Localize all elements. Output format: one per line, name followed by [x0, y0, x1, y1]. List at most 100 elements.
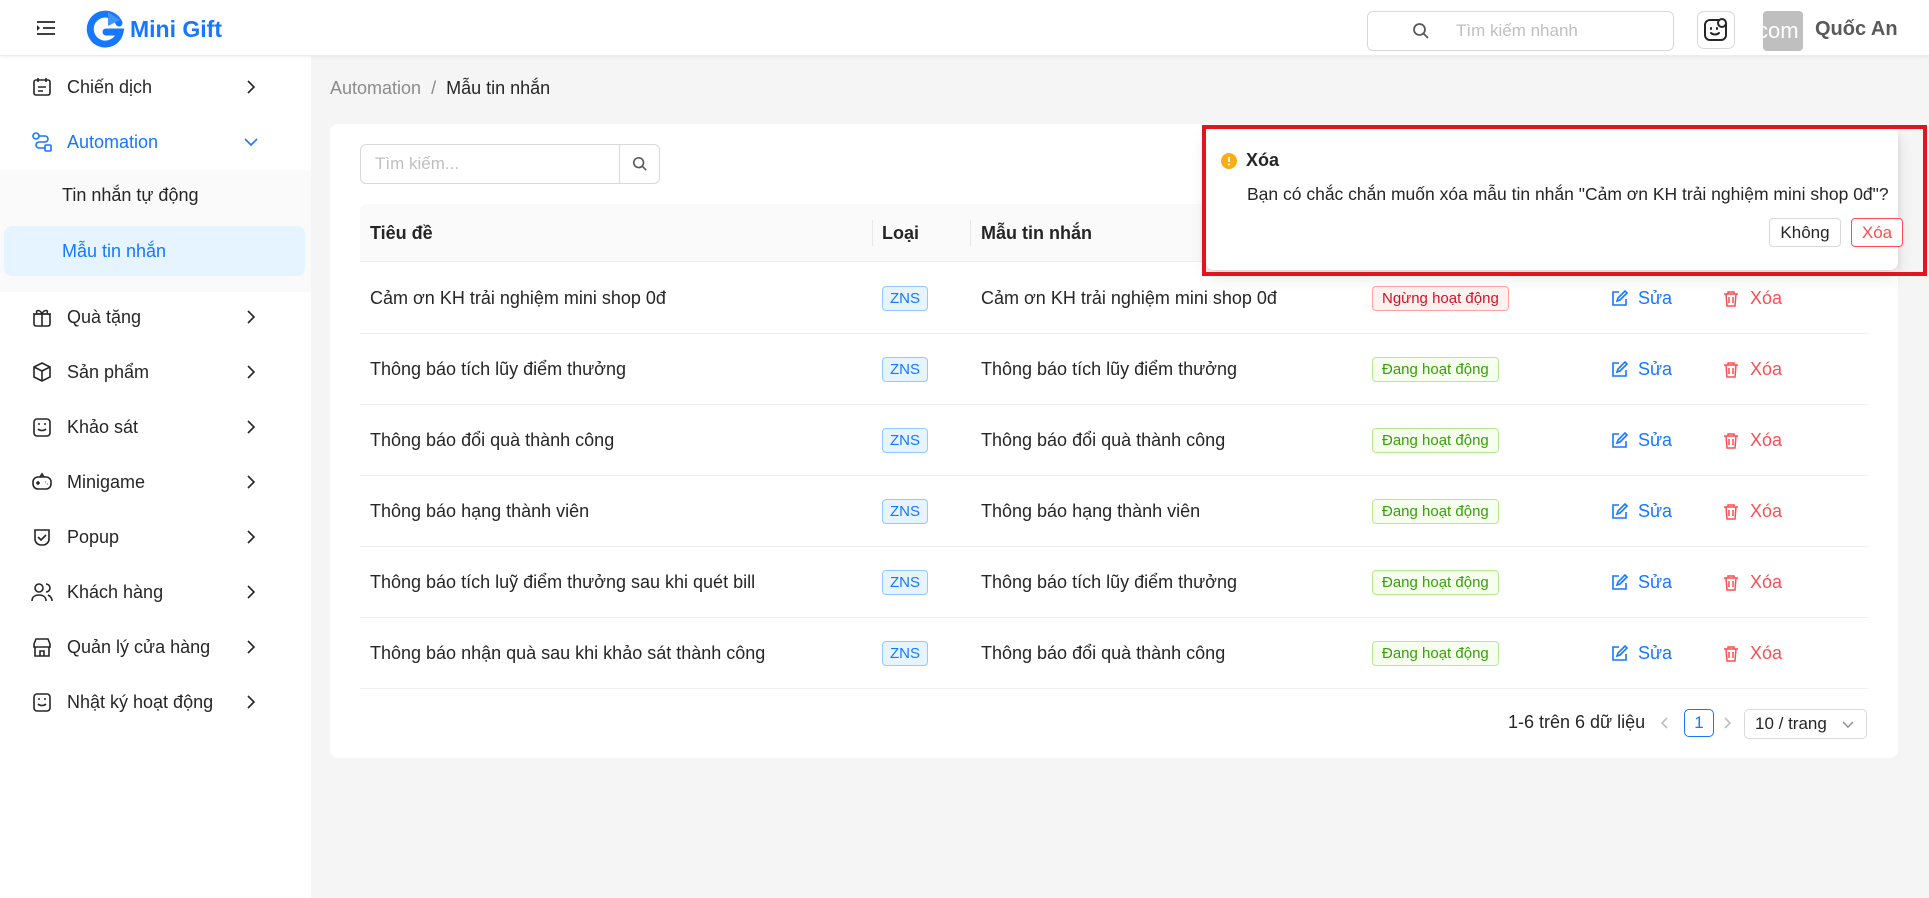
sidebar-item-gifts[interactable]: Quà tặng [0, 294, 311, 340]
survey-icon [33, 418, 51, 437]
delete-button[interactable]: Xóa [1722, 288, 1782, 309]
sidebar-item-label: Popup [67, 526, 120, 547]
edit-label: Sửa [1638, 430, 1673, 450]
user-name[interactable]: Quốc An [1815, 18, 1898, 41]
column-header-template: Mẫu tin nhắn [981, 223, 1092, 243]
sidebar-item-popup[interactable]: Popup [0, 514, 311, 560]
table-search-button[interactable] [619, 145, 659, 183]
notification-button[interactable] [1697, 11, 1735, 49]
row-title: Thông báo đổi quà thành công [370, 430, 615, 450]
sidebar-item-automation[interactable]: Automation [0, 119, 311, 165]
delete-button[interactable]: Xóa [1722, 572, 1782, 593]
gift-icon [33, 309, 51, 327]
trash-icon [1724, 503, 1738, 520]
table-row: Thông báo tích luỹ điểm thưởng sau khi q… [360, 547, 1868, 618]
popup-icon [34, 529, 50, 546]
sidebar-item-products[interactable]: Sản phẩm [0, 349, 311, 395]
chevron-right-icon [247, 80, 256, 94]
row-title: Thông báo nhận quà sau khi khảo sát thàn… [370, 643, 766, 663]
edit-label: Sửa [1638, 359, 1673, 379]
chevron-left-icon[interactable] [1658, 716, 1672, 730]
chevron-right-icon [247, 310, 256, 324]
edit-button[interactable]: Sửa [1610, 288, 1672, 309]
avatar-text: com [1763, 18, 1799, 43]
store-icon [33, 638, 51, 657]
avatar[interactable]: com [1763, 11, 1803, 51]
delete-button[interactable]: Xóa [1722, 359, 1782, 380]
table-search-input[interactable] [361, 145, 620, 183]
chevron-right-icon [247, 475, 256, 489]
type-tag: ZNS [882, 570, 928, 595]
sidebar-item-label: Nhật ký hoạt động [67, 691, 214, 712]
delete-label: Xóa [1750, 572, 1783, 592]
chevron-right-icon [247, 365, 256, 379]
edit-label: Sửa [1638, 572, 1673, 592]
edit-button[interactable]: Sửa [1610, 501, 1672, 522]
edit-icon [1612, 502, 1628, 519]
delete-label: Xóa [1750, 501, 1783, 521]
top-header: Mini Gift com Quốc An [0, 0, 1929, 56]
sidebar-item-label: Automation [67, 131, 159, 152]
sidebar-subitem-label: Mẫu tin nhắn [62, 240, 167, 261]
table-row: Thông báo tích lũy điểm thưởng ZNS Thông… [360, 334, 1868, 405]
delete-button[interactable]: Xóa [1722, 430, 1782, 451]
table-row: Thông báo hạng thành viên ZNS Thông báo … [360, 476, 1868, 547]
search-icon [632, 156, 647, 171]
edit-button[interactable]: Sửa [1610, 643, 1672, 664]
page-size-value: 10 / trang [1755, 714, 1827, 733]
sidebar-item-campaign[interactable]: Chiến dịch [0, 64, 311, 110]
chevron-right-icon [247, 695, 256, 709]
confirm-delete-button[interactable]: Xóa [1851, 218, 1903, 247]
trash-icon [1724, 645, 1738, 662]
edit-button[interactable]: Sửa [1610, 572, 1672, 593]
pagination-total: 1-6 trên 6 dữ liệu [1508, 712, 1646, 732]
edit-label: Sửa [1638, 643, 1673, 663]
sidebar-item-label: Quà tặng [67, 306, 142, 327]
delete-label: Xóa [1750, 288, 1783, 308]
chevron-down-icon [244, 138, 258, 147]
delete-label: Xóa [1750, 359, 1783, 379]
quick-search-input[interactable] [1456, 21, 1656, 41]
menu-fold-icon[interactable] [36, 20, 56, 36]
delete-button[interactable]: Xóa [1722, 501, 1782, 522]
row-template: Thông báo tích lũy điểm thưởng [981, 359, 1237, 379]
sidebar-item-activity-log[interactable]: Nhật ký hoạt động [0, 679, 311, 725]
automation-submenu: Tin nhắn tự động Mẫu tin nhắn [0, 170, 311, 292]
sidebar-item-customers[interactable]: Khách hàng [0, 569, 311, 615]
sidebar-item-label: Khách hàng [67, 581, 164, 602]
edit-button[interactable]: Sửa [1610, 430, 1672, 451]
cancel-button[interactable]: Không [1769, 218, 1841, 247]
type-tag: ZNS [882, 499, 928, 524]
edit-button[interactable]: Sửa [1610, 359, 1672, 380]
sidebar-item-label: Khảo sát [67, 416, 139, 437]
sidebar-subitem-message-templates[interactable]: Mẫu tin nhắn [4, 226, 305, 276]
sidebar: Chiến dịch Automation Tin nhắn tự động M… [0, 56, 311, 898]
delete-button[interactable]: Xóa [1722, 643, 1782, 664]
delete-label: Xóa [1750, 430, 1783, 450]
chevron-right-icon[interactable] [1720, 716, 1734, 730]
edit-icon [1612, 289, 1628, 306]
column-header-type: Loại [882, 223, 920, 243]
page-button-current[interactable]: 1 [1684, 709, 1714, 737]
status-badge: Đang hoạt động [1372, 641, 1499, 666]
sidebar-item-minigame[interactable]: Minigame [0, 459, 311, 505]
quick-search-box[interactable] [1367, 11, 1674, 51]
automation-icon [32, 132, 52, 152]
trash-icon [1724, 290, 1738, 307]
app-logo[interactable]: Mini Gift [86, 10, 222, 48]
sidebar-item-store-management[interactable]: Quản lý cửa hàng [0, 624, 311, 670]
breadcrumb-parent[interactable]: Automation [330, 78, 421, 99]
edit-icon [1612, 431, 1628, 448]
row-template: Thông báo đổi quà thành công [981, 643, 1226, 663]
edit-icon [1612, 360, 1628, 377]
page-size-select[interactable]: 10 / trang [1744, 709, 1867, 739]
row-template: Thông báo đổi quà thành công [981, 430, 1226, 450]
chevron-right-icon [247, 640, 256, 654]
logo-mark-icon [86, 10, 124, 48]
sidebar-subitem-auto-messages[interactable]: Tin nhắn tự động [4, 170, 305, 220]
sidebar-item-label: Chiến dịch [67, 76, 153, 97]
table-search-box[interactable] [360, 144, 660, 184]
type-tag: ZNS [882, 428, 928, 453]
edit-icon [1612, 573, 1628, 590]
sidebar-item-surveys[interactable]: Khảo sát [0, 404, 311, 450]
